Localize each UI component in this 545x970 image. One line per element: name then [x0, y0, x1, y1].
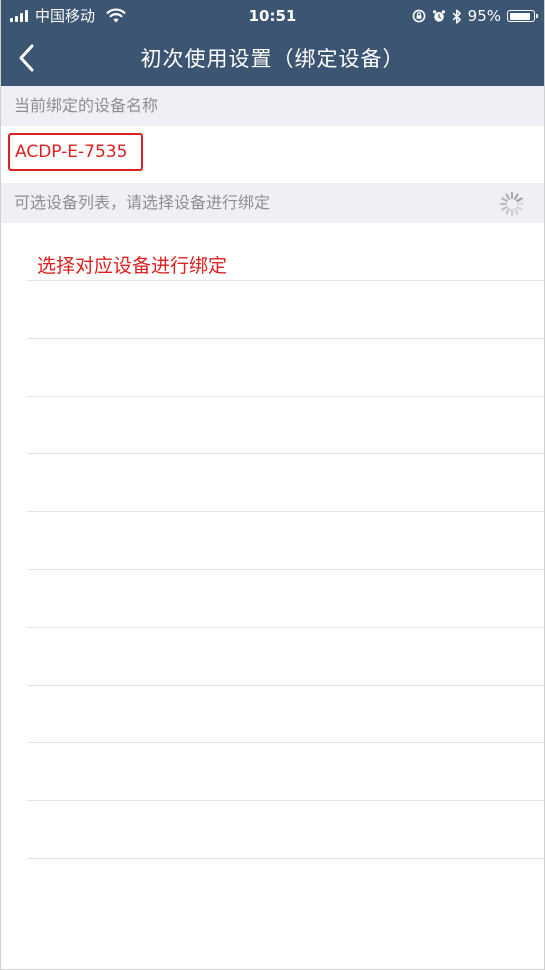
header-bar: 中国移动 10:51 95% 初次使用设置（绑定设备） — [0, 0, 545, 86]
list-row-separator — [27, 395, 545, 397]
spinner-tick — [516, 197, 523, 203]
spinner-tick — [513, 193, 519, 200]
list-row-separator — [27, 684, 545, 686]
select-device-hint: 选择对应设备进行绑定 — [37, 255, 228, 277]
list-row-separator — [27, 280, 545, 281]
list-row-separator — [27, 511, 545, 513]
orientation-lock-icon — [412, 9, 426, 23]
current-device-section-header: 当前绑定的设备名称 — [0, 86, 545, 126]
spinner-tick — [513, 208, 519, 215]
spinner-tick — [501, 197, 508, 203]
nav-bar: 初次使用设置（绑定设备） — [0, 32, 545, 86]
page-title: 初次使用设置（绑定设备） — [140, 47, 405, 71]
list-row-separator — [27, 569, 545, 570]
available-devices-header-label: 可选设备列表，请选择设备进行绑定 — [14, 193, 271, 212]
status-bar: 中国移动 10:51 95% — [0, 0, 545, 32]
available-devices-section-header: 可选设备列表，请选择设备进行绑定 — [0, 183, 545, 223]
status-right-group: 95% — [412, 6, 538, 26]
current-device-name: ACDP-E-7535 — [8, 133, 143, 171]
current-device-row: ACDP-E-7535 — [0, 126, 545, 183]
back-button[interactable] — [8, 40, 44, 76]
list-row-separator — [27, 800, 545, 802]
spinner-icon — [499, 191, 525, 217]
list-row-separator — [27, 626, 545, 628]
list-row-separator — [27, 337, 545, 339]
battery-cap — [536, 14, 538, 18]
chevron-left-icon — [19, 44, 34, 72]
app-screen: 中国移动 10:51 95% 初次使用设置（绑定设备） 当前绑定的设备名称 AC… — [0, 0, 545, 970]
spinner-tick — [516, 205, 523, 211]
battery-level-fill — [509, 12, 531, 20]
alarm-icon — [432, 10, 445, 22]
list-row-separator — [27, 453, 545, 455]
spinner-tick — [505, 193, 511, 200]
list-row-separator — [27, 858, 545, 859]
spinner-tick — [505, 208, 511, 215]
device-list: 选择对应设备进行绑定 — [0, 223, 545, 970]
spinner-tick — [501, 205, 508, 211]
battery-percent: 95% — [467, 7, 501, 25]
list-row-separator — [27, 742, 545, 744]
battery-icon — [507, 10, 538, 22]
bluetooth-icon — [452, 8, 461, 24]
